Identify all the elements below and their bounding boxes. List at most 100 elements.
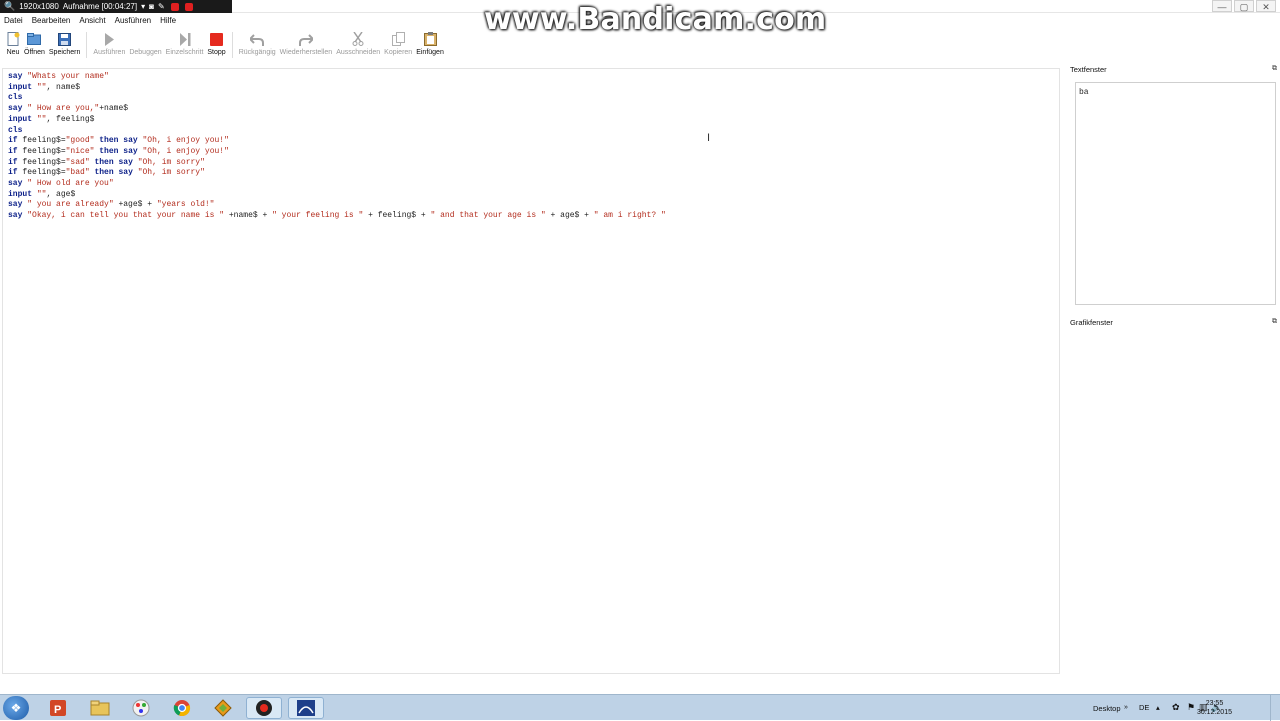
undo-button[interactable]: Rückgängig [239, 28, 276, 56]
step-icon [178, 32, 192, 46]
code-text: , name$ [46, 82, 81, 92]
toolbar-chevron-icon[interactable]: » [1124, 704, 1128, 711]
desktop-toolbar-label[interactable]: Desktop [1093, 704, 1121, 713]
code-keyword: say [123, 146, 138, 156]
menu-ausfuehren[interactable]: Ausführen [115, 16, 151, 25]
menu-datei[interactable]: Datei [4, 16, 23, 25]
code-string: " How old are you" [27, 179, 114, 189]
text-output-window[interactable]: ba [1075, 82, 1276, 305]
paint-taskbar-icon[interactable] [123, 697, 159, 719]
code-string: " your feeling is " [272, 211, 364, 221]
pencil-icon[interactable]: ✎ [158, 2, 165, 11]
code-text: feeling$= [17, 136, 66, 146]
text-panel-float-icon[interactable]: ⧉ [1272, 65, 1277, 73]
code-string: "Oh, i enjoy you!" [142, 136, 229, 146]
code-keyword: input [8, 82, 33, 92]
code-string: "" [36, 82, 47, 92]
menu-hilfe[interactable]: Hilfe [160, 16, 176, 25]
code-string: "Oh, im sorry" [137, 157, 205, 167]
code-string: "" [36, 189, 47, 199]
magnifier-icon[interactable]: 🔍 [4, 1, 15, 12]
graphics-output-window[interactable] [1068, 328, 1278, 674]
menu-bearbeiten[interactable]: Bearbeiten [32, 16, 71, 25]
explorer-folder-taskbar-icon[interactable] [82, 697, 118, 719]
code-line: say "Whats your name" [8, 72, 1059, 83]
code-keyword: input [8, 114, 33, 124]
system-clock[interactable]: 23:55 30.12.2015 [1197, 699, 1232, 717]
cut-button[interactable]: Ausschneiden [336, 28, 380, 56]
code-string: "Oh, im sorry" [137, 168, 205, 178]
show-desktop-button[interactable] [1270, 695, 1280, 721]
recorder-taskbar-icon[interactable] [246, 697, 282, 719]
tray-expand-icon[interactable]: ▴ [1156, 703, 1160, 712]
camera-icon[interactable]: ◙ [149, 2, 154, 11]
code-string: "years old!" [156, 200, 215, 210]
paste-button[interactable]: Einfügen [416, 28, 444, 56]
code-string: " am i right? " [593, 211, 666, 221]
toolbar: Neu Öffnen Speichern Ausführen Debuggen … [0, 28, 1280, 62]
code-string: "good" [65, 136, 95, 146]
graphics-panel-title: Grafikfenster [1070, 318, 1113, 327]
copy-icon [391, 32, 405, 46]
code-line: input "", age$ [8, 190, 1059, 201]
graphics-panel-float-icon[interactable]: ⧉ [1272, 318, 1277, 326]
redo-button[interactable]: Wiederherstellen [280, 28, 332, 56]
redo-arrow-icon [298, 32, 313, 46]
code-keyword: then [94, 168, 114, 178]
maximize-button[interactable]: ▢ [1234, 0, 1254, 12]
window-controls: — ▢ ✕ [1210, 0, 1276, 13]
step-button[interactable]: Einzelschritt [166, 28, 203, 56]
tray-app-icon[interactable]: ✿ [1172, 702, 1180, 713]
code-keyword: input [8, 189, 33, 199]
code-string: "sad" [65, 157, 90, 167]
code-text: +age$ + [113, 200, 157, 210]
debug-button[interactable]: Debuggen [129, 28, 161, 56]
menu-ansicht[interactable]: Ansicht [79, 16, 105, 25]
new-button[interactable]: Neu [6, 28, 20, 56]
open-folder-icon [27, 32, 42, 46]
code-keyword: then [94, 157, 114, 167]
clipboard-icon [423, 32, 437, 46]
clock-time: 23:55 [1205, 700, 1224, 707]
action-center-flag-icon[interactable]: ⚑ [1187, 702, 1195, 713]
code-line: cls [8, 126, 1059, 137]
taskbar: ❖ P Desktop » DE ▴ ✿ ⚑ ▥ 🔈 23:55 30.12.2… [0, 694, 1280, 721]
open-button[interactable]: Öffnen [24, 28, 45, 56]
code-keyword: say [8, 200, 23, 210]
clock-date: 30.12.2015 [1196, 709, 1232, 716]
menu-bar: Datei Bearbeiten Ansicht Ausführen Hilfe [0, 13, 1280, 28]
code-editor[interactable]: say "Whats your name" input "", name$ cls s… [2, 68, 1060, 674]
chrome-taskbar-icon[interactable] [164, 697, 200, 719]
code-text: + feeling$ + [363, 211, 431, 221]
close-button[interactable]: ✕ [1256, 0, 1276, 12]
copy-button[interactable]: Kopieren [384, 28, 412, 56]
code-string: "bad" [65, 168, 90, 178]
basic-256-taskbar-icon[interactable] [288, 697, 324, 719]
powerpoint-taskbar-icon[interactable]: P [40, 697, 76, 719]
run-button[interactable]: Ausführen [93, 28, 125, 56]
code-text: feeling$= [17, 146, 66, 156]
code-line: if feeling$="bad" then say "Oh, im sorry… [8, 168, 1059, 179]
code-text: , age$ [46, 189, 76, 199]
language-indicator[interactable]: DE [1139, 703, 1149, 712]
windows-start-button[interactable]: ❖ [3, 696, 29, 720]
code-line: cls [8, 93, 1059, 104]
dropdown-arrow-icon[interactable]: ▾ [141, 2, 145, 11]
record-pause-icon[interactable] [184, 2, 193, 11]
code-string: "Whats your name" [27, 72, 109, 81]
record-stop-icon[interactable] [170, 2, 179, 11]
stop-button[interactable]: Stopp [207, 28, 226, 56]
play-icon [102, 32, 116, 46]
minimize-button[interactable]: — [1212, 0, 1232, 12]
bandicam-recording-bar: 🔍 1920x1080 Aufnahme [00:04:27] ▾ ◙ ✎ [0, 0, 232, 13]
diamond-app-taskbar-icon[interactable] [205, 697, 241, 719]
code-string: " How are you," [27, 104, 100, 114]
stop-icon [210, 32, 224, 46]
code-string: "nice" [65, 146, 95, 156]
save-button[interactable]: Speichern [49, 28, 80, 56]
code-line: say " How old are you" [8, 179, 1059, 190]
code-line: if feeling$="nice" then say "Oh, i enjoy… [8, 147, 1059, 158]
code-line: say " How are you,"+name$ [8, 104, 1059, 115]
recording-resolution: 1920x1080 [19, 2, 59, 11]
code-keyword: if [8, 168, 18, 178]
